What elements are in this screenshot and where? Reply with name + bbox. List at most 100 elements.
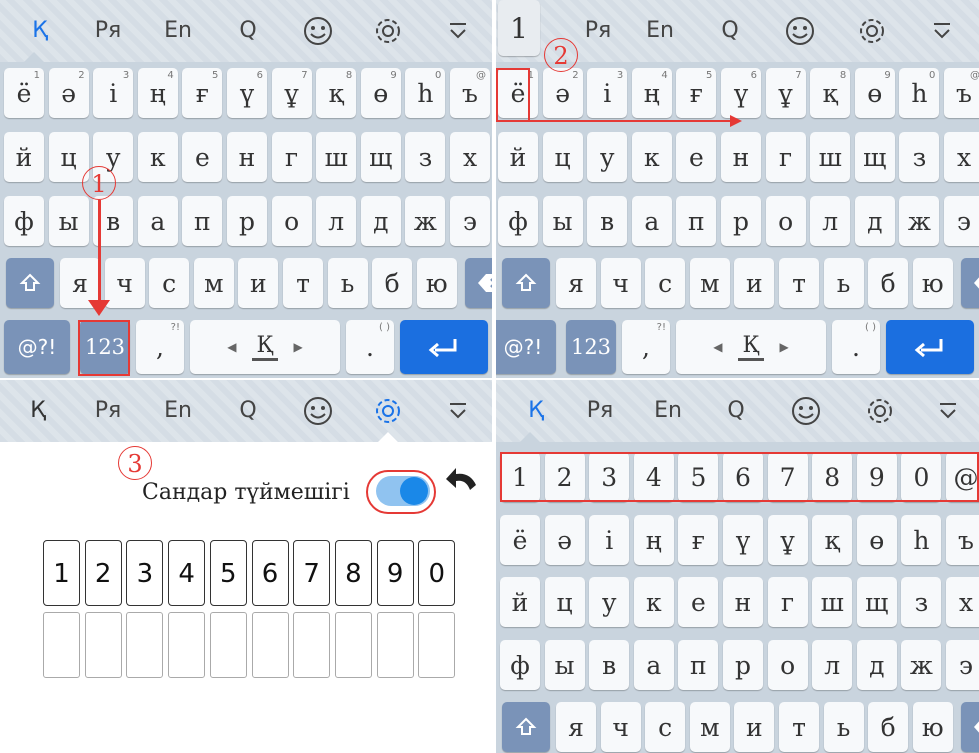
key-r2[interactable]: й: [4, 132, 44, 182]
key-r3[interactable]: а: [137, 196, 178, 246]
emoji-icon[interactable]: [290, 10, 346, 52]
key-r1[interactable]: і: [589, 515, 630, 565]
key-r4[interactable]: ь: [327, 258, 368, 308]
key-r2[interactable]: й: [498, 132, 538, 182]
key-r1[interactable]: қ: [812, 515, 853, 565]
key-r1[interactable]: ё1: [4, 68, 44, 118]
key-r4[interactable]: я: [556, 702, 596, 752]
tab-russian[interactable]: Ря: [570, 10, 626, 52]
key-r3[interactable]: ы: [542, 196, 583, 246]
key-digits[interactable]: @: [946, 452, 979, 502]
emoji-icon[interactable]: [290, 390, 346, 432]
key-r4[interactable]: ь: [823, 702, 864, 752]
key-r3[interactable]: ж: [901, 640, 942, 690]
collapse-icon[interactable]: [430, 10, 486, 52]
key-r3[interactable]: п: [676, 196, 717, 246]
key-r2[interactable]: н: [721, 132, 761, 182]
key-r3[interactable]: ж: [899, 196, 940, 246]
key-r3[interactable]: ф: [500, 640, 540, 690]
emoji-icon[interactable]: [772, 10, 828, 52]
key-r1[interactable]: қ8: [810, 68, 851, 118]
key-r2[interactable]: щ: [854, 132, 895, 182]
key-r3[interactable]: п: [182, 196, 223, 246]
key-r4[interactable]: ь: [823, 258, 864, 308]
key-r4[interactable]: м: [689, 258, 730, 308]
key-r2[interactable]: ш: [316, 132, 357, 182]
key-r1[interactable]: ү6: [227, 68, 267, 118]
key-r4[interactable]: м: [689, 702, 730, 752]
tab-russian[interactable]: Ря: [80, 390, 136, 432]
key-r2[interactable]: к: [633, 577, 674, 627]
key-r1[interactable]: ә: [544, 515, 585, 565]
key-r1[interactable]: ұ7: [271, 68, 312, 118]
key-r1[interactable]: ъ @: [944, 68, 979, 118]
key-r3[interactable]: л: [316, 196, 357, 246]
tab-russian[interactable]: Ря: [80, 10, 136, 52]
key-r3[interactable]: ы: [544, 640, 585, 690]
key-r1[interactable]: ә2: [542, 68, 583, 118]
backspace-key[interactable]: [961, 702, 979, 752]
key-r2[interactable]: з: [901, 577, 942, 627]
key-r3[interactable]: ф: [4, 196, 44, 246]
key-r2[interactable]: х: [450, 132, 490, 182]
key-r1[interactable]: ұ7: [765, 68, 806, 118]
key-r1[interactable]: ғ: [678, 515, 719, 565]
key-digits[interactable]: 2: [544, 452, 585, 502]
key-r2[interactable]: к: [137, 132, 178, 182]
key-r1[interactable]: һ: [901, 515, 942, 565]
key-r2[interactable]: щ: [360, 132, 401, 182]
key-r3[interactable]: ж: [405, 196, 446, 246]
key-r1[interactable]: ғ5: [676, 68, 717, 118]
key-r1[interactable]: ө9: [854, 68, 895, 118]
key-r1[interactable]: ң: [633, 515, 674, 565]
space-key[interactable]: ◀ Қ ▶: [676, 320, 826, 374]
key-r4[interactable]: ю: [912, 258, 953, 308]
key-r1[interactable]: һ0: [405, 68, 446, 118]
key-r4[interactable]: я: [60, 258, 100, 308]
key-r3[interactable]: э: [944, 196, 979, 246]
gear-icon[interactable]: [852, 390, 908, 432]
key-r1[interactable]: ә2: [48, 68, 89, 118]
enter-key[interactable]: [400, 320, 488, 374]
key-r2[interactable]: х: [944, 132, 979, 182]
key-digits[interactable]: 9: [856, 452, 897, 502]
key-r1[interactable]: ё1: [498, 68, 538, 118]
key-r3[interactable]: л: [812, 640, 853, 690]
key-r1[interactable]: ұ: [767, 515, 808, 565]
key-r4[interactable]: б: [372, 258, 413, 308]
key-r3[interactable]: д: [360, 196, 401, 246]
key-r4[interactable]: м: [193, 258, 234, 308]
tab-q[interactable]: Q: [220, 10, 276, 52]
key-r1[interactable]: і3: [93, 68, 134, 118]
tab-kazakh[interactable]: Қ: [10, 390, 66, 432]
key-r3[interactable]: о: [765, 196, 806, 246]
key-digits[interactable]: 8: [812, 452, 853, 502]
key-r3[interactable]: ф: [498, 196, 538, 246]
space-key[interactable]: ◀ Қ ▶: [190, 320, 340, 374]
tab-english[interactable]: En: [150, 10, 206, 52]
collapse-icon[interactable]: [920, 390, 976, 432]
comma-key[interactable]: ,?!: [136, 320, 184, 374]
number-row-toggle[interactable]: [376, 476, 430, 506]
key-r4[interactable]: и: [238, 258, 279, 308]
tab-q[interactable]: Q: [708, 390, 764, 432]
key-digits[interactable]: 5: [678, 452, 719, 502]
backspace-key[interactable]: [465, 258, 492, 308]
key-r2[interactable]: н: [227, 132, 267, 182]
key-r1[interactable]: ъ @: [450, 68, 490, 118]
shift-key[interactable]: [502, 258, 550, 308]
key-r1[interactable]: ң4: [137, 68, 178, 118]
key-r2[interactable]: й: [500, 577, 540, 627]
key-r4[interactable]: ю: [912, 702, 953, 752]
tab-english[interactable]: En: [640, 390, 696, 432]
key-r3[interactable]: в: [589, 640, 630, 690]
key-r2[interactable]: х: [946, 577, 979, 627]
tab-russian[interactable]: Ря: [572, 390, 628, 432]
key-r2[interactable]: щ: [856, 577, 897, 627]
key-r3[interactable]: в: [587, 196, 628, 246]
key-r3[interactable]: л: [810, 196, 851, 246]
collapse-icon[interactable]: [430, 390, 486, 432]
key-r2[interactable]: ш: [812, 577, 853, 627]
period-key[interactable]: . ( ): [346, 320, 394, 374]
key-r1[interactable]: і3: [587, 68, 628, 118]
